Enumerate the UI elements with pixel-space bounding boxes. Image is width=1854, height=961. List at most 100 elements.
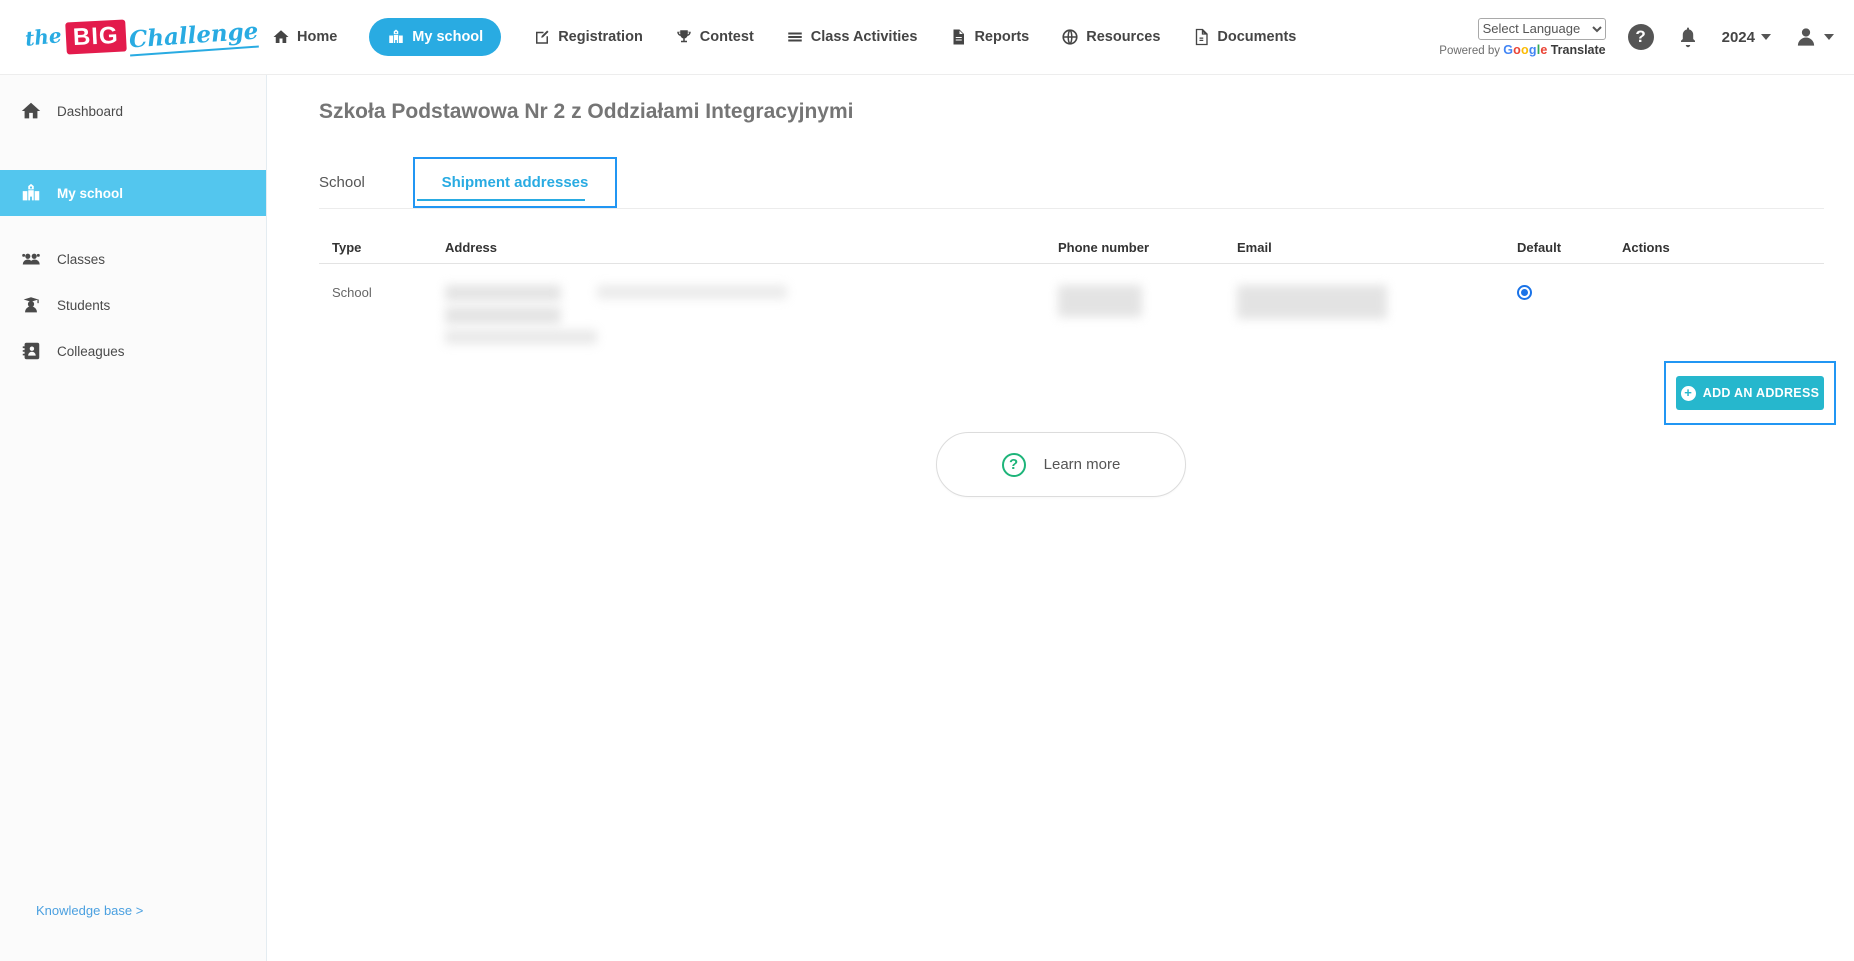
top-bar: the BIG Challenge Home My school Registr… <box>0 0 1854 75</box>
radio-dot <box>1521 289 1528 296</box>
language-select[interactable]: Select Language <box>1477 17 1606 40</box>
topbar-right: Select Language Powered by Google Transl… <box>1439 17 1834 57</box>
nav-resources[interactable]: Resources <box>1061 28 1160 46</box>
list-icon <box>788 32 802 42</box>
page-title: Szkoła Podstawowa Nr 2 z Oddziałami Inte… <box>319 100 854 123</box>
nav-resources-label: Resources <box>1086 29 1161 45</box>
redacted-text-block <box>1058 285 1142 317</box>
google-wordmark: Google <box>1503 42 1548 57</box>
add-an-address-label: ADD AN ADDRESS <box>1702 386 1820 400</box>
question-circle-icon: ? <box>1001 452 1026 477</box>
help-button[interactable]: ? <box>1627 24 1654 50</box>
brand-logo[interactable]: the BIG Challenge <box>23 17 260 57</box>
nav-documents[interactable]: Documents <box>1192 28 1296 46</box>
logo-big: BIG <box>64 19 126 55</box>
cell-default <box>1517 271 1622 344</box>
home-icon <box>21 102 41 119</box>
redacted-text-block <box>445 285 561 301</box>
sidebar-item-classes[interactable]: Classes <box>0 241 266 277</box>
sidebar-item-students[interactable]: Students <box>0 287 266 323</box>
chevron-down-icon <box>1824 34 1834 40</box>
cell-phone-redacted <box>1058 271 1237 344</box>
column-phone-number: Phone number <box>1058 239 1150 255</box>
user-icon <box>1797 28 1815 46</box>
sidebar: Dashboard My school Classes Students Col… <box>0 75 267 961</box>
document-icon <box>1196 28 1209 46</box>
column-address: Address <box>445 239 498 255</box>
nav-home[interactable]: Home <box>272 28 337 46</box>
trophy-icon <box>677 30 691 43</box>
cell-email-redacted <box>1237 271 1517 344</box>
default-radio-selected[interactable] <box>1517 285 1532 300</box>
globe-icon <box>1062 29 1078 45</box>
table-row: School <box>332 271 1824 344</box>
tabs-divider <box>319 208 1824 209</box>
main-content: Szkoła Podstawowa Nr 2 z Oddziałami Inte… <box>267 75 1854 961</box>
home-icon <box>273 30 289 43</box>
sidebar-item-label: My school <box>57 185 124 201</box>
logo-the: the <box>23 23 63 51</box>
column-actions: Actions <box>1622 239 1670 255</box>
graduate-icon <box>23 297 39 313</box>
notifications-button[interactable] <box>1676 25 1700 49</box>
table-header-border <box>319 263 1824 264</box>
nav-class-activities-label: Class Activities <box>810 29 918 45</box>
year-dropdown[interactable]: 2024 <box>1722 29 1771 46</box>
active-tab-underline <box>417 199 585 201</box>
sidebar-item-label: Students <box>57 297 111 313</box>
logo-challenge: Challenge <box>128 17 260 57</box>
nav-class-activities[interactable]: Class Activities <box>786 28 918 46</box>
column-default: Default <box>1517 239 1562 255</box>
sidebar-item-label: Dashboard <box>57 103 124 119</box>
knowledge-base-link[interactable]: Knowledge base > <box>36 903 143 918</box>
nav-reports-label: Reports <box>974 29 1030 45</box>
nav-home-label: Home <box>297 29 338 45</box>
bell-icon <box>1680 27 1695 48</box>
redacted-text-block <box>445 330 597 344</box>
nav-registration-label: Registration <box>558 29 643 45</box>
tab-shipment-addresses[interactable]: Shipment addresses <box>413 157 617 208</box>
nav-reports[interactable]: Reports <box>949 28 1029 46</box>
plus-circle-icon: + <box>1680 385 1696 401</box>
content-shell: Dashboard My school Classes Students Col… <box>0 75 1854 961</box>
nav-my-school[interactable]: My school <box>369 18 502 56</box>
school-icon <box>389 29 404 43</box>
add-address-focus-outline: + ADD AN ADDRESS <box>1664 361 1836 425</box>
account-menu[interactable] <box>1793 24 1834 50</box>
redacted-text-block <box>445 307 561 324</box>
learn-more-label: Learn more <box>1043 456 1121 473</box>
powered-by-text: Powered by <box>1439 44 1501 57</box>
sidebar-item-label: Colleagues <box>57 343 125 359</box>
cell-actions <box>1622 271 1824 344</box>
nav-contest-label: Contest <box>699 29 754 45</box>
sidebar-item-my-school[interactable]: My school <box>0 170 266 216</box>
tab-school[interactable]: School <box>319 157 411 208</box>
tab-school-label: School <box>319 174 365 191</box>
tab-shipment-addresses-label: Shipment addresses <box>441 174 589 191</box>
cell-address-redacted <box>445 271 1058 344</box>
column-type: Type <box>332 239 362 255</box>
learn-more-button[interactable]: ? Learn more <box>936 432 1186 497</box>
users-icon <box>22 253 40 265</box>
edit-icon <box>536 30 549 44</box>
chevron-down-icon <box>1761 34 1771 40</box>
powered-by-google-translate: Powered by Google Translate <box>1439 43 1605 57</box>
nav-contest[interactable]: Contest <box>675 28 754 46</box>
school-icon <box>22 183 40 201</box>
translate-text: Translate <box>1550 42 1606 57</box>
redacted-text-block <box>1237 285 1387 319</box>
cell-type: School <box>332 285 372 300</box>
sidebar-item-dashboard[interactable]: Dashboard <box>0 91 266 131</box>
sidebar-item-colleagues[interactable]: Colleagues <box>0 333 266 369</box>
year-value: 2024 <box>1721 28 1755 46</box>
sidebar-item-label: Classes <box>57 251 106 267</box>
report-icon <box>953 29 965 45</box>
add-an-address-button[interactable]: + ADD AN ADDRESS <box>1676 376 1824 410</box>
app-window: the BIG Challenge Home My school Registr… <box>0 0 1854 961</box>
nav-registration[interactable]: Registration <box>533 28 643 46</box>
column-email: Email <box>1237 239 1272 255</box>
google-translate-widget: Select Language Powered by Google Transl… <box>1439 17 1606 57</box>
nav-documents-label: Documents <box>1217 29 1297 45</box>
address-book-icon <box>22 342 40 360</box>
nav-my-school-label: My school <box>412 29 484 45</box>
